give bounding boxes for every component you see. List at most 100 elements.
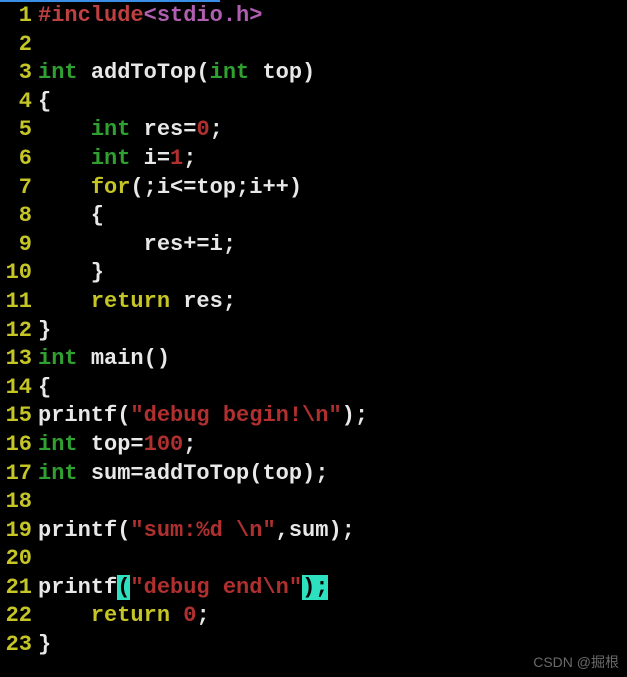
code-line[interactable]: 21printf("debug end\n"); <box>0 574 627 603</box>
line-number: 13 <box>0 345 38 374</box>
token: 0 <box>196 117 209 142</box>
code-line[interactable]: 17int sum=addToTop(top); <box>0 460 627 489</box>
token: ; <box>183 432 196 457</box>
token: printf( <box>38 518 130 543</box>
token <box>38 603 91 628</box>
token: int <box>38 60 91 85</box>
code-line[interactable]: 18 <box>0 488 627 517</box>
token: ; <box>210 117 223 142</box>
token <box>38 146 91 171</box>
code-content[interactable]: int i=1; <box>38 145 627 174</box>
code-content[interactable]: { <box>38 88 627 117</box>
code-content[interactable] <box>38 31 627 60</box>
token: ; <box>183 146 196 171</box>
token: } <box>38 632 51 657</box>
code-line[interactable]: 13int main() <box>0 345 627 374</box>
watermark: CSDN @掘根 <box>533 653 619 671</box>
code-line[interactable]: 4{ <box>0 88 627 117</box>
token: for <box>91 175 131 200</box>
code-line[interactable]: 12} <box>0 317 627 346</box>
code-content[interactable]: int top=100; <box>38 431 627 460</box>
line-number: 15 <box>0 402 38 431</box>
line-number: 23 <box>0 631 38 660</box>
code-line[interactable]: 22 return 0; <box>0 602 627 631</box>
code-content[interactable]: int sum=addToTop(top); <box>38 460 627 489</box>
line-number: 17 <box>0 460 38 489</box>
code-content[interactable]: #include<stdio.h> <box>38 2 627 31</box>
code-content[interactable]: } <box>38 259 627 288</box>
token: ,sum); <box>276 518 355 543</box>
code-line[interactable]: 1#include<stdio.h> <box>0 2 627 31</box>
token: { <box>38 375 51 400</box>
line-number: 19 <box>0 517 38 546</box>
token: top= <box>91 432 144 457</box>
code-line[interactable]: 19printf("sum:%d \n",sum); <box>0 517 627 546</box>
line-number: 18 <box>0 488 38 517</box>
token: res+=i; <box>38 232 236 257</box>
code-content[interactable]: int res=0; <box>38 116 627 145</box>
code-line[interactable]: 11 return res; <box>0 288 627 317</box>
token: ) <box>302 575 315 600</box>
token: "sum:%d \n" <box>130 518 275 543</box>
code-line[interactable]: 7 for(;i<=top;i++) <box>0 174 627 203</box>
code-content[interactable]: res+=i; <box>38 231 627 260</box>
code-content[interactable]: printf("sum:%d \n",sum); <box>38 517 627 546</box>
token: sum=addToTop(top); <box>91 461 329 486</box>
code-line[interactable]: 20 <box>0 545 627 574</box>
code-content[interactable]: for(;i<=top;i++) <box>38 174 627 203</box>
code-line[interactable]: 16int top=100; <box>0 431 627 460</box>
line-number: 9 <box>0 231 38 260</box>
line-number: 12 <box>0 317 38 346</box>
code-content[interactable]: { <box>38 374 627 403</box>
code-line[interactable]: 6 int i=1; <box>0 145 627 174</box>
code-content[interactable] <box>38 488 627 517</box>
code-editor: 1#include<stdio.h>23int addToTop(int top… <box>0 2 627 660</box>
code-line[interactable]: 2 <box>0 31 627 60</box>
token: 1 <box>170 146 183 171</box>
code-content[interactable]: } <box>38 317 627 346</box>
token: top) <box>262 60 315 85</box>
token <box>38 175 91 200</box>
token: int <box>210 60 263 85</box>
code-line[interactable]: 3int addToTop(int top) <box>0 59 627 88</box>
token: { <box>38 89 51 114</box>
code-line[interactable]: 8 { <box>0 202 627 231</box>
token <box>38 117 91 142</box>
code-content[interactable]: printf("debug end\n"); <box>38 574 627 603</box>
line-number: 7 <box>0 174 38 203</box>
code-content[interactable]: int addToTop(int top) <box>38 59 627 88</box>
line-number: 16 <box>0 431 38 460</box>
token: (;i<=top;i++) <box>130 175 302 200</box>
token: #include <box>38 3 144 28</box>
code-content[interactable] <box>38 545 627 574</box>
token: return <box>91 603 183 628</box>
code-content[interactable]: return res; <box>38 288 627 317</box>
code-content[interactable]: { <box>38 202 627 231</box>
token: int <box>38 461 91 486</box>
token: ; <box>196 603 209 628</box>
token: } <box>38 318 51 343</box>
line-number: 1 <box>0 2 38 31</box>
line-number: 22 <box>0 602 38 631</box>
code-content[interactable]: printf("debug begin!\n"); <box>38 402 627 431</box>
token: <stdio.h> <box>144 3 263 28</box>
line-number: 6 <box>0 145 38 174</box>
code-line[interactable]: 5 int res=0; <box>0 116 627 145</box>
line-number: 10 <box>0 259 38 288</box>
line-number: 2 <box>0 31 38 60</box>
code-line[interactable]: 14{ <box>0 374 627 403</box>
code-line[interactable]: 10 } <box>0 259 627 288</box>
token: 0 <box>183 603 196 628</box>
code-content[interactable]: int main() <box>38 345 627 374</box>
token: printf <box>38 575 117 600</box>
code-line[interactable]: 15printf("debug begin!\n"); <box>0 402 627 431</box>
token: "debug begin!\n" <box>130 403 341 428</box>
token: "debug end\n" <box>130 575 302 600</box>
code-line[interactable]: 9 res+=i; <box>0 231 627 260</box>
token: int <box>91 117 144 142</box>
token: ); <box>342 403 368 428</box>
token: } <box>38 260 104 285</box>
token: i= <box>144 146 170 171</box>
code-content[interactable]: return 0; <box>38 602 627 631</box>
line-number: 20 <box>0 545 38 574</box>
